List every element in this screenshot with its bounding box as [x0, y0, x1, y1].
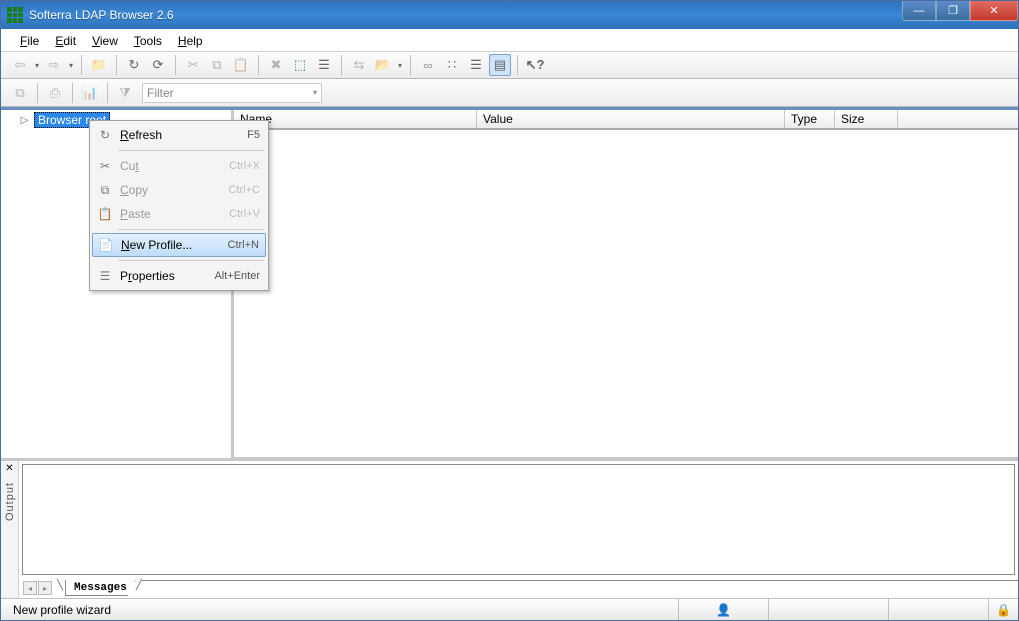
window-controls: — ❐ ✕	[902, 1, 1018, 21]
ctx-cut: ✂ Cut Ctrl+X	[92, 154, 266, 178]
output-tab-messages[interactable]: Messages	[65, 580, 136, 596]
compare-button[interactable]: ⇆	[348, 54, 370, 76]
view-small-icons-button[interactable]: ∷	[441, 54, 463, 76]
print-button[interactable]: ⎙	[44, 82, 66, 104]
output-tab-prev[interactable]: ◂	[23, 581, 37, 595]
menu-view[interactable]: View	[85, 32, 125, 50]
app-window: Softerra LDAP Browser 2.6 — ❐ ✕ File Edi…	[0, 0, 1019, 621]
filter-funnel-icon: ⧩	[114, 82, 136, 104]
ctx-paste: 📋 Paste Ctrl+V	[92, 202, 266, 226]
output-body: ◂ ▸ ╲ Messages ╱	[19, 461, 1018, 598]
title-bar: Softerra LDAP Browser 2.6 — ❐ ✕	[1, 1, 1018, 29]
app-icon	[7, 7, 23, 23]
ctx-new-profile[interactable]: 📄 New Profile... Ctrl+N	[92, 233, 266, 257]
lock-icon: 🔒	[996, 603, 1011, 617]
output-tab-next[interactable]: ▸	[38, 581, 52, 595]
menu-bar: File Edit View Tools Help	[1, 29, 1018, 51]
chart-button[interactable]: 📊	[79, 82, 101, 104]
menu-tools[interactable]: Tools	[127, 32, 169, 50]
new-entry-button[interactable]: ⬚	[289, 54, 311, 76]
output-panel: ✕ Output ◂ ▸ ╲ Messages ╱	[1, 458, 1018, 598]
ctx-properties[interactable]: ☰ Properties Alt+Enter	[92, 264, 266, 288]
cut-icon: ✂	[96, 157, 114, 175]
paste-button[interactable]: 📋	[230, 54, 252, 76]
copy-button[interactable]: ⧉	[206, 54, 228, 76]
help-pointer-button[interactable]: ↖?	[524, 54, 546, 76]
find-folder-button[interactable]: 📂	[372, 54, 394, 76]
list-header: Name Value Type Size	[234, 110, 1018, 130]
list-pane: Name Value Type Size	[234, 110, 1018, 458]
window-title: Softerra LDAP Browser 2.6	[29, 8, 174, 22]
tree-pane: ▷ Browser root ↻ Refresh F5 ✂ Cut Ctrl+X…	[1, 110, 234, 458]
output-label: Output	[4, 482, 16, 521]
status-text: New profile wizard	[7, 599, 678, 620]
output-close-button[interactable]: ✕	[5, 463, 13, 474]
maximize-button[interactable]: ❐	[936, 1, 970, 21]
output-text-area[interactable]	[22, 464, 1015, 575]
ctx-refresh[interactable]: ↻ Refresh F5	[92, 123, 266, 147]
ctx-copy: ⧉ Copy Ctrl+C	[92, 178, 266, 202]
refresh-icon: ↻	[96, 126, 114, 144]
copy-icon: ⧉	[96, 181, 114, 199]
main-toolbar: ⇦▾ ⇨▾ 📁 ↻ ⟳ ✂ ⧉ 📋 ✖ ⬚ ☰ ⇆ 📂▾ ▫▫ ∷ ☰ ▤ ↖?	[1, 51, 1018, 79]
new-profile-icon: 📄	[97, 236, 115, 254]
close-button[interactable]: ✕	[970, 1, 1018, 21]
expand-icon[interactable]: ▷	[19, 115, 30, 126]
col-spacer	[898, 110, 1018, 128]
up-button[interactable]: 📁	[88, 54, 110, 76]
context-menu: ↻ Refresh F5 ✂ Cut Ctrl+X ⧉ Copy Ctrl+C …	[89, 120, 269, 291]
cut-button[interactable]: ✂	[182, 54, 204, 76]
properties-button[interactable]: ☰	[313, 54, 335, 76]
col-size[interactable]: Size	[835, 110, 898, 128]
back-button[interactable]: ⇦	[9, 54, 31, 76]
properties-icon: ☰	[96, 267, 114, 285]
view-details-button[interactable]: ▤	[489, 54, 511, 76]
copy-result-button[interactable]: ⧉	[9, 82, 31, 104]
forward-button[interactable]: ⇨	[43, 54, 65, 76]
secondary-toolbar: ⧉ ⎙ 📊 ⧩ Filter ▾	[1, 79, 1018, 107]
status-bar: New profile wizard 👤 🔒	[1, 598, 1018, 620]
menu-edit[interactable]: Edit	[48, 32, 83, 50]
col-name[interactable]: Name	[234, 110, 477, 128]
paste-icon: 📋	[96, 205, 114, 223]
col-type[interactable]: Type	[785, 110, 835, 128]
refresh-all-button[interactable]: ⟳	[147, 54, 169, 76]
delete-button[interactable]: ✖	[265, 54, 287, 76]
user-icon: 👤	[716, 603, 731, 617]
view-large-icons-button[interactable]: ▫▫	[417, 54, 439, 76]
menu-file[interactable]: File	[13, 32, 46, 50]
menu-help[interactable]: Help	[171, 32, 210, 50]
filter-input[interactable]: Filter ▾	[142, 83, 322, 103]
view-list-button[interactable]: ☰	[465, 54, 487, 76]
output-sidebar: ✕ Output	[1, 461, 19, 598]
status-middle-pane	[768, 599, 888, 620]
col-value[interactable]: Value	[477, 110, 785, 128]
status-user-pane: 👤	[678, 599, 768, 620]
refresh-single-button[interactable]: ↻	[123, 54, 145, 76]
output-tabs: ◂ ▸ ╲ Messages ╱	[19, 578, 1018, 598]
minimize-button[interactable]: —	[902, 1, 936, 21]
filter-placeholder: Filter	[147, 86, 174, 100]
list-body[interactable]	[234, 130, 1018, 458]
main-area: ▷ Browser root ↻ Refresh F5 ✂ Cut Ctrl+X…	[1, 107, 1018, 458]
status-right-pane	[888, 599, 988, 620]
status-lock-pane: 🔒	[988, 599, 1018, 620]
